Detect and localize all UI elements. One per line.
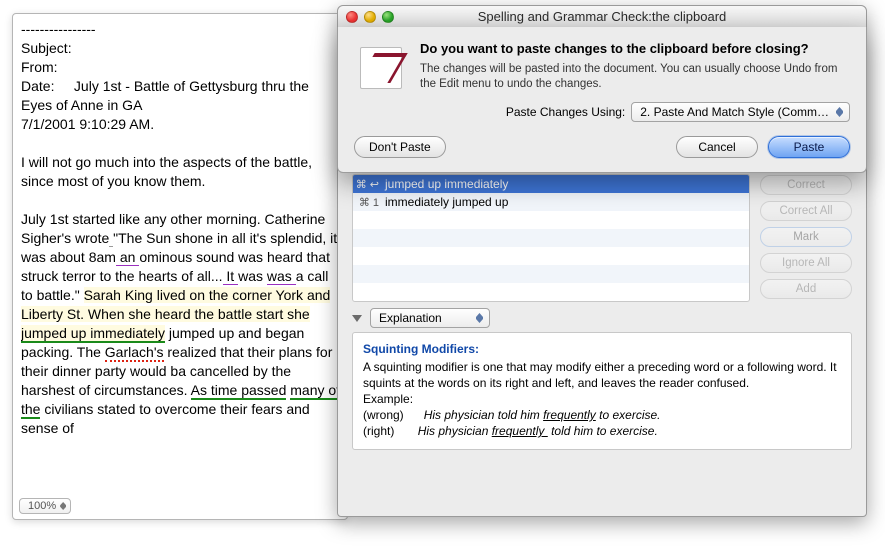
sheet-body: The changes will be pasted into the docu… (420, 62, 850, 92)
sheet-heading: Do you want to paste changes to the clip… (420, 41, 850, 56)
cancel-button[interactable]: Cancel (676, 136, 758, 158)
date-value: July 1st - Battle of Gettysburg thru the… (21, 78, 309, 113)
text: frequently (492, 424, 548, 438)
flagged-word: It (226, 268, 234, 284)
confirm-sheet: Do you want to paste changes to the clip… (337, 27, 867, 173)
text: frequently (543, 408, 596, 422)
para-2: July 1st started like any other morning.… (21, 210, 341, 438)
explanation-title: Squinting Modifiers: (363, 341, 841, 357)
explanation-select[interactable]: Explanation (370, 308, 490, 328)
suggestion-row (353, 283, 749, 301)
zoom-select[interactable]: 100% (19, 498, 71, 514)
mark-button[interactable]: Mark (760, 227, 852, 247)
correct-button[interactable]: Correct (760, 175, 852, 195)
subject-line: Subject: (21, 39, 341, 58)
app-icon (354, 41, 406, 93)
suggestion-text: jumped up immediately (385, 177, 508, 191)
explanation-toggle-row: Explanation (338, 302, 866, 330)
grammar-issue: jumped up immediately (21, 325, 165, 343)
paste-button[interactable]: Paste (768, 136, 850, 158)
text: civilians stated to overcome their fears… (21, 401, 310, 436)
suggestion-row[interactable]: ⌘ 1 immediately jumped up (353, 193, 749, 211)
spelling-issue: Garlach's (105, 344, 164, 362)
example-wrong: (wrong) His physician told him frequentl… (363, 407, 841, 423)
shortcut: ⌘ ↩ (353, 178, 385, 191)
zoom-icon[interactable] (382, 11, 394, 23)
timestamp: 7/1/2001 9:10:29 AM. (21, 115, 341, 134)
document-footer: 100% (19, 495, 71, 517)
suggestion-row (353, 265, 749, 283)
close-icon[interactable] (346, 11, 358, 23)
titlebar: Spelling and Grammar Check:the clipboard (338, 6, 866, 28)
para-1: I will not go much into the aspects of t… (21, 153, 341, 191)
side-buttons: Correct Correct All Mark Ignore All Add (760, 175, 852, 299)
paste-using-select[interactable]: 2. Paste And Match Style (Comm… (631, 102, 850, 122)
flagged-word: an (120, 249, 136, 265)
text: His physician told him (424, 408, 543, 422)
suggestion-row[interactable]: ⌘ ↩ jumped up immediately (353, 175, 749, 193)
hr-line: ---------------- (21, 20, 341, 39)
date-label: Date: (21, 78, 54, 94)
explanation-body: A squinting modifier is one that may mod… (363, 359, 841, 391)
explanation-box: Squinting Modifiers: A squinting modifie… (352, 332, 852, 450)
suggestions-area: ⌘ ↩ jumped up immediately ⌘ 1 immediatel… (338, 172, 866, 302)
tag: (wrong) (363, 408, 404, 422)
date-line: Date: July 1st - Battle of Gettysburg th… (21, 77, 341, 115)
shortcut: ⌘ 1 (353, 196, 385, 209)
suggestion-row (353, 247, 749, 265)
paste-using-label: Paste Changes Using: (506, 105, 625, 119)
disclosure-triangle-icon[interactable] (352, 315, 362, 322)
tag: (right) (363, 424, 394, 438)
grammar-issue: As time passed (191, 382, 287, 400)
example-right: (right) His physician frequently told hi… (363, 423, 841, 439)
suggestion-text: immediately jumped up (385, 195, 508, 209)
flagged-word: was (267, 268, 292, 284)
add-button[interactable]: Add (760, 279, 852, 299)
window-title: Spelling and Grammar Check:the clipboard (338, 9, 866, 24)
suggestion-row (353, 211, 749, 229)
text: His physician (418, 424, 492, 438)
text: to exercise. (596, 408, 661, 422)
text: was (238, 268, 263, 284)
suggestions-list[interactable]: ⌘ ↩ jumped up immediately ⌘ 1 immediatel… (352, 174, 750, 302)
text: told him to exercise. (548, 424, 658, 438)
minimize-icon[interactable] (364, 11, 376, 23)
ignore-all-button[interactable]: Ignore All (760, 253, 852, 273)
suggestion-row (353, 229, 749, 247)
correct-all-button[interactable]: Correct All (760, 201, 852, 221)
document-body: ---------------- Subject: From: Date: Ju… (21, 20, 341, 489)
document-window: ---------------- Subject: From: Date: Ju… (12, 13, 348, 520)
from-line: From: (21, 58, 341, 77)
traffic-lights (346, 11, 394, 23)
dont-paste-button[interactable]: Don't Paste (354, 136, 446, 158)
example-label: Example: (363, 391, 841, 407)
